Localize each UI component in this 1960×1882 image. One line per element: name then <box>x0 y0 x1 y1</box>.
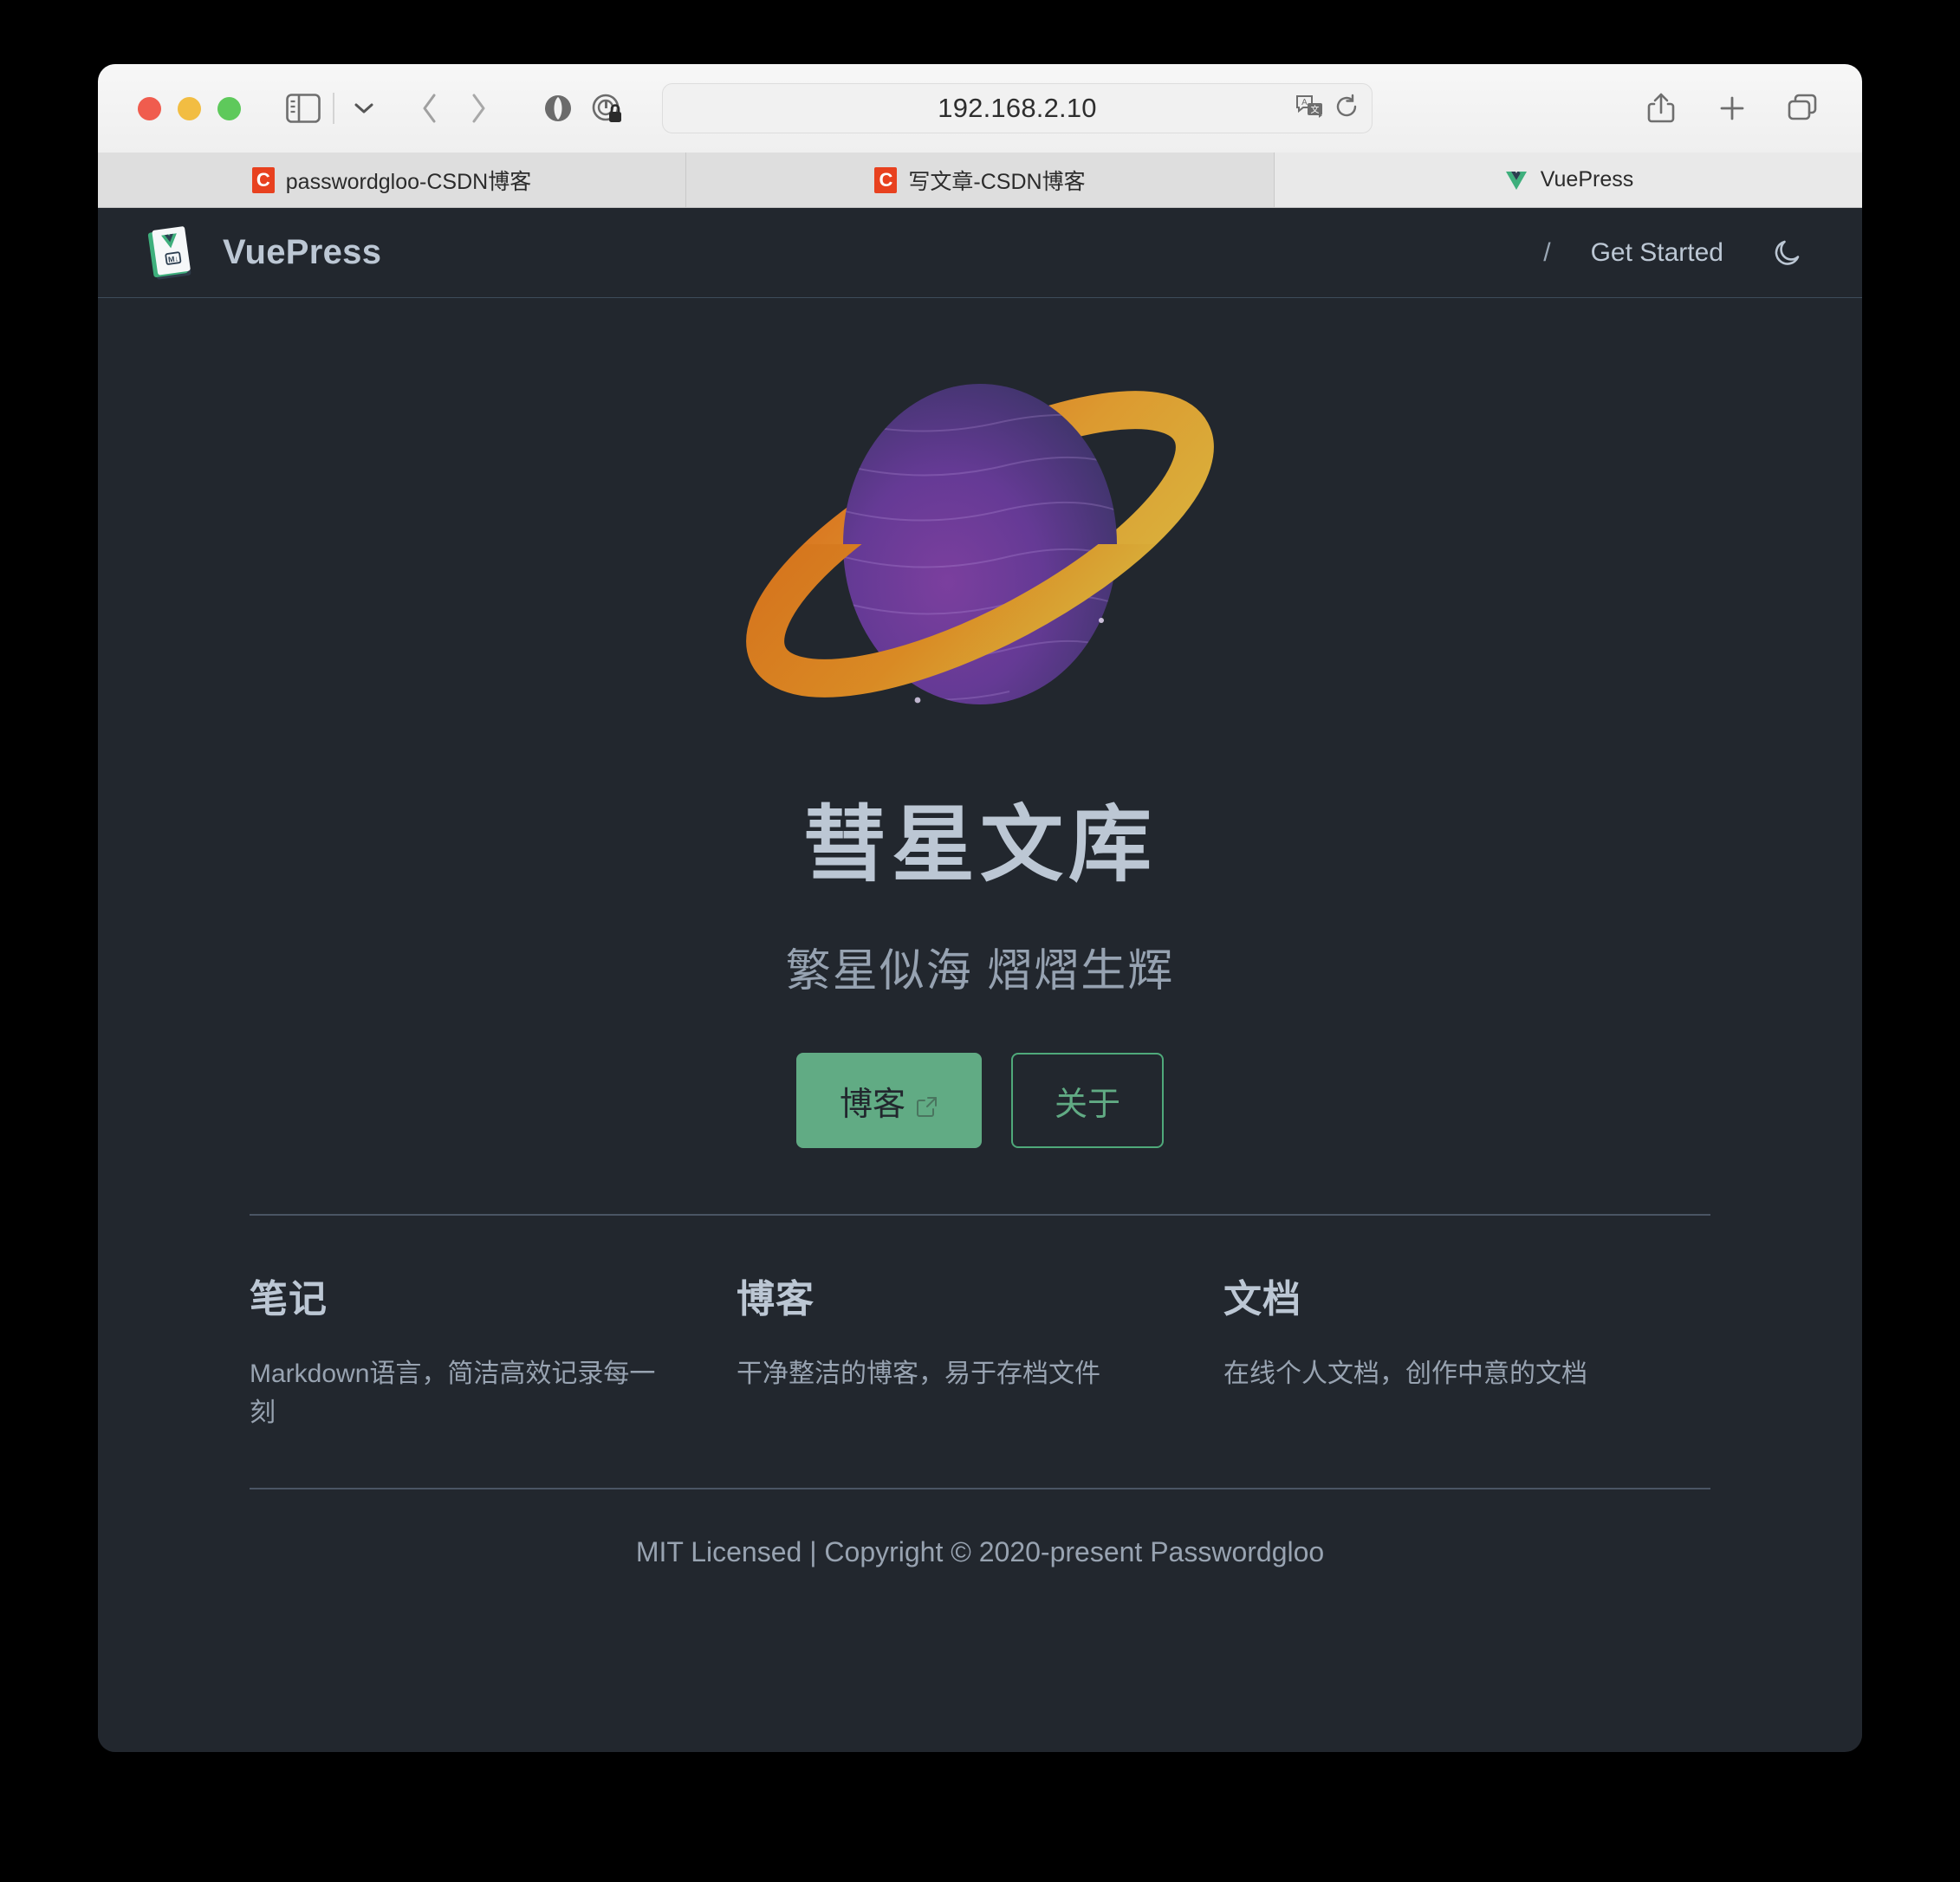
feature-card: 文档 在线个人文档，创作中意的文档 <box>1223 1268 1710 1432</box>
site-brand[interactable]: M↓ VuePress <box>146 224 381 282</box>
saturn-planet-illustration <box>694 343 1266 742</box>
external-link-icon <box>916 1089 938 1117</box>
reload-icon[interactable] <box>1334 94 1360 124</box>
svg-text:文: 文 <box>1311 104 1320 115</box>
svg-text:M↓: M↓ <box>167 254 178 264</box>
features-section: 笔记 Markdown语言，简洁高效记录每一刻 博客 干净整洁的博客，易于存档文… <box>250 1214 1710 1432</box>
extension-controls <box>534 84 631 133</box>
site-brand-name: VuePress <box>223 233 382 271</box>
blog-button-label: 博客 <box>839 1086 905 1123</box>
browser-tab-1[interactable]: C passwordgloo-CSDN博客 <box>98 153 686 207</box>
browser-toolbar: 192.168.2.10 A 文 <box>98 64 1862 153</box>
about-button-label: 关于 <box>1055 1086 1121 1123</box>
vuepress-favicon <box>1503 167 1529 193</box>
share-icon[interactable] <box>1637 84 1685 133</box>
about-button[interactable]: 关于 <box>1011 1053 1165 1148</box>
back-chevron-icon[interactable] <box>406 84 454 133</box>
browser-tab-3[interactable]: VuePress <box>1275 153 1862 207</box>
csdn-favicon: C <box>251 166 275 193</box>
moon-icon[interactable] <box>1748 236 1820 270</box>
minimize-window-button[interactable] <box>178 96 201 120</box>
hero-tagline: 繁星似海 熠熠生辉 <box>785 946 1175 996</box>
url-text: 192.168.2.10 <box>938 93 1097 123</box>
navigation-controls <box>406 84 503 133</box>
address-bar[interactable]: 192.168.2.10 A 文 <box>662 83 1373 133</box>
browser-window: 192.168.2.10 A 文 C passwordgloo-CSDN博客 C… <box>98 64 1862 1752</box>
tab-strip: C passwordgloo-CSDN博客 C 写文章-CSDN博客 VuePr… <box>98 153 1862 208</box>
chevron-down-icon[interactable] <box>340 84 388 133</box>
window-controls <box>138 96 241 120</box>
csdn-favicon: C <box>874 166 898 193</box>
browser-tab-2[interactable]: C 写文章-CSDN博客 <box>686 153 1275 207</box>
hero-section: 彗星文库 繁星似海 熠熠生辉 博客 关于 <box>98 298 1862 1148</box>
feature-card: 博客 干净整洁的博客，易于存档文件 <box>737 1268 1223 1432</box>
feature-detail: 干净整洁的博客，易于存档文件 <box>737 1360 1100 1388</box>
plus-icon[interactable] <box>1708 84 1756 133</box>
tab-overview-icon[interactable] <box>1779 84 1827 133</box>
hero-actions: 博客 关于 <box>98 1053 1862 1148</box>
extension-icon[interactable] <box>534 84 582 133</box>
close-window-button[interactable] <box>138 96 161 120</box>
vuepress-logo-icon: M↓ <box>146 224 200 282</box>
nav-link-get-started[interactable]: Get Started <box>1567 238 1748 268</box>
toolbar-divider <box>333 93 334 124</box>
site-footer: MIT Licensed | Copyright © 2020-present … <box>250 1488 1710 1568</box>
maximize-window-button[interactable] <box>217 96 241 120</box>
feature-title: 博客 <box>737 1278 815 1321</box>
feature-title: 文档 <box>1223 1278 1301 1321</box>
address-bar-actions: A 文 <box>1295 84 1360 133</box>
blog-button[interactable]: 博客 <box>795 1053 982 1148</box>
sidebar-icon[interactable] <box>279 84 328 133</box>
sidebar-controls <box>279 84 388 133</box>
tab-title: passwordgloo-CSDN博客 <box>285 169 532 194</box>
forward-chevron-icon[interactable] <box>454 84 503 133</box>
site-navbar: M↓ VuePress / Get Started <box>98 208 1862 298</box>
tab-title: VuePress <box>1540 167 1634 191</box>
page-title: 彗星文库 <box>803 799 1157 892</box>
translate-icon[interactable]: A 文 <box>1295 94 1325 124</box>
feature-title: 笔记 <box>250 1278 328 1321</box>
feature-detail: Markdown语言，简洁高效记录每一刻 <box>250 1360 656 1427</box>
privacy-lock-icon[interactable] <box>582 84 631 133</box>
toolbar-right-actions <box>1637 64 1827 153</box>
feature-detail: 在线个人文档，创作中意的文档 <box>1223 1360 1587 1388</box>
feature-card: 笔记 Markdown语言，简洁高效记录每一刻 <box>250 1268 737 1432</box>
navbar-links: / Get Started <box>1519 236 1820 270</box>
page-content: M↓ VuePress / Get Started 彗星文库 繁星似海 熠熠生辉… <box>98 208 1862 1751</box>
svg-text:A: A <box>1301 98 1308 107</box>
nav-link-root[interactable]: / <box>1519 238 1566 268</box>
tab-title: 写文章-CSDN博客 <box>908 169 1086 194</box>
